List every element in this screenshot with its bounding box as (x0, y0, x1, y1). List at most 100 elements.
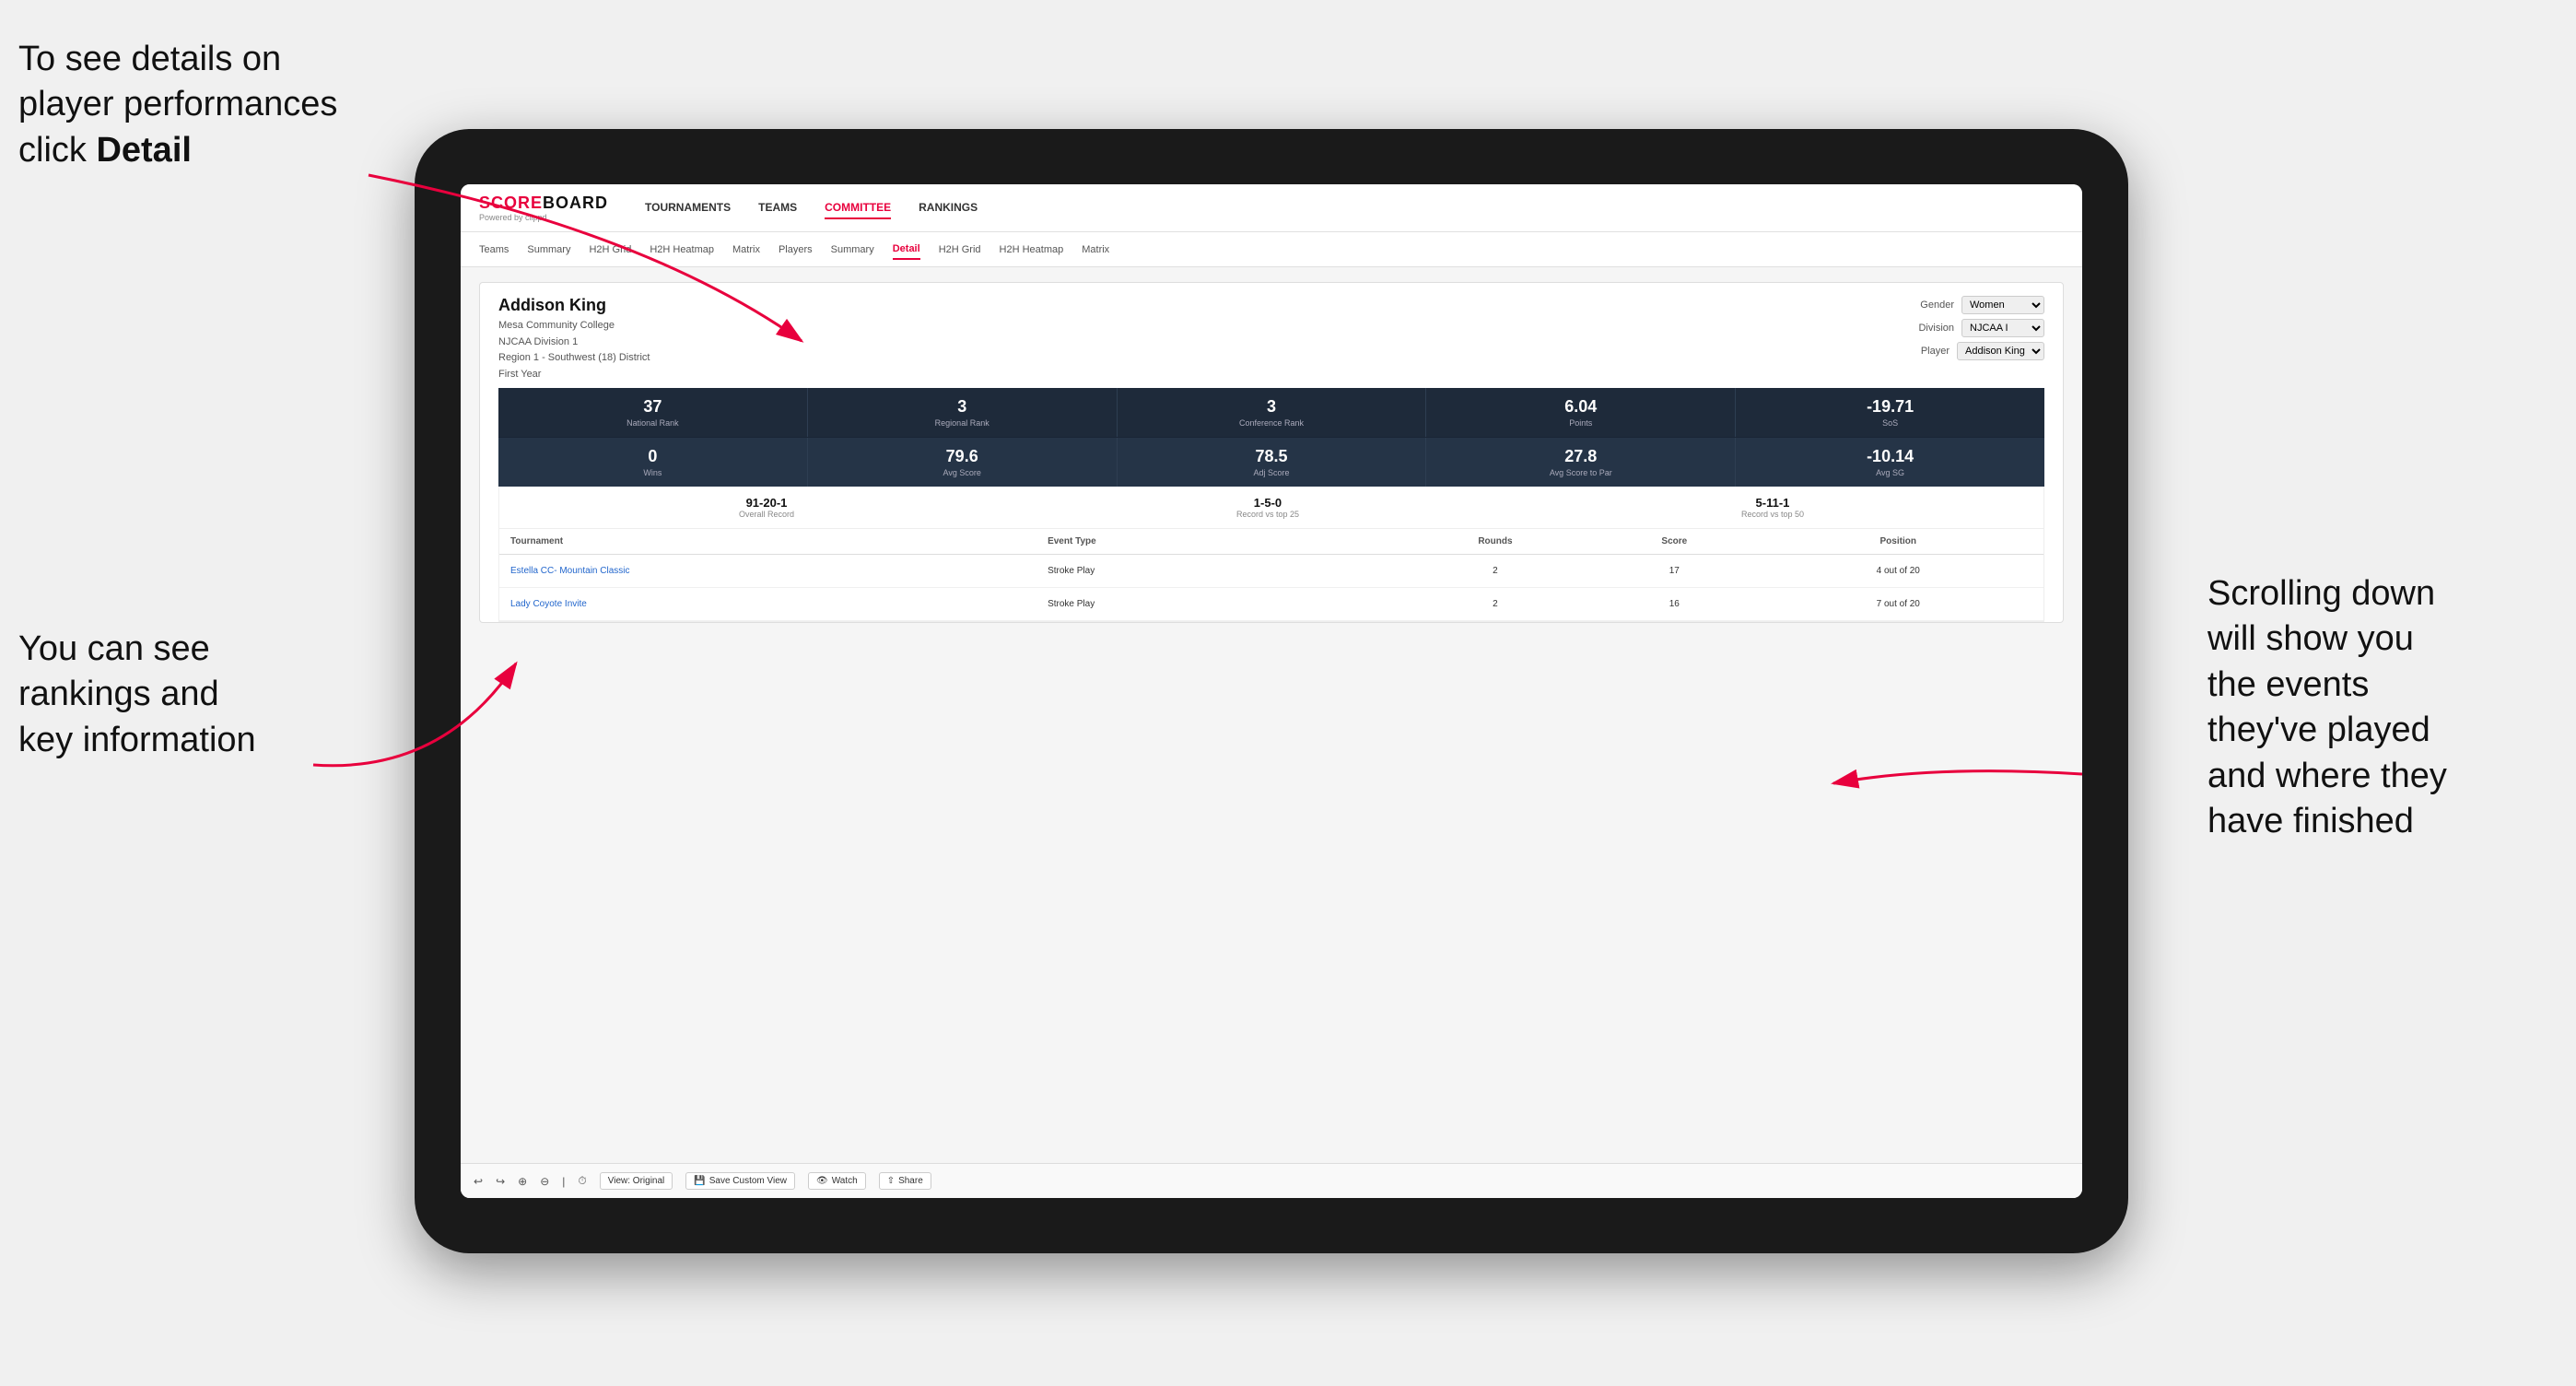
table-row: Estella CC- Mountain Classic Stroke Play… (499, 555, 2043, 588)
gender-selector-row: Gender Women Men (1920, 296, 2044, 314)
tab-h2h-grid2[interactable]: H2H Grid (939, 241, 981, 259)
score-1: 17 (1585, 566, 1763, 576)
zoom-out-icon[interactable]: ⊖ (540, 1175, 549, 1188)
annotation-top-left: To see details on player performances cl… (18, 37, 369, 173)
player-info: Addison King Mesa Community College NJCA… (498, 296, 650, 382)
tab-matrix2[interactable]: Matrix (1082, 241, 1109, 259)
player-college: Mesa Community College (498, 318, 650, 335)
player-year: First Year (498, 367, 650, 383)
share-icon: ⇧ (887, 1176, 895, 1186)
stat-national-rank-value: 37 (506, 397, 800, 417)
save-custom-button[interactable]: 💾 Save Custom View (685, 1172, 795, 1190)
stat-regional-rank-value: 3 (815, 397, 1109, 417)
save-custom-label: Save Custom View (709, 1176, 787, 1186)
stat-adj-score-label: Adj Score (1125, 468, 1419, 477)
annotation-right: Scrolling downwill show youthe eventsthe… (2207, 571, 2558, 844)
logo-area: SCOREBOARD Powered by clippd (479, 194, 608, 222)
annotation-bottom-left-text: You can seerankings andkey information (18, 629, 256, 759)
content-area: Addison King Mesa Community College NJCA… (461, 267, 2082, 1198)
stat-avg-score-par-value: 27.8 (1434, 447, 1727, 466)
record-overall: 91-20-1 Overall Record (739, 496, 794, 519)
watch-button[interactable]: 👁 Watch (808, 1172, 866, 1190)
clock-icon[interactable]: ⏱ (578, 1174, 586, 1188)
gender-select[interactable]: Women Men (1961, 296, 2044, 314)
stat-wins-label: Wins (506, 468, 800, 477)
tab-teams[interactable]: Teams (479, 241, 509, 259)
top-nav: SCOREBOARD Powered by clippd TOURNAMENTS… (461, 184, 2082, 232)
stat-avg-sg: -10.14 Avg SG (1736, 438, 2044, 487)
division-select[interactable]: NJCAA I NJCAA II (1961, 319, 2044, 337)
tab-summary[interactable]: Summary (527, 241, 570, 259)
annotation-bottom-left: You can seerankings andkey information (18, 627, 332, 763)
records-row: 91-20-1 Overall Record 1-5-0 Record vs t… (498, 487, 2044, 529)
stat-national-rank-label: National Rank (506, 418, 800, 428)
stat-avg-score: 79.6 Avg Score (808, 438, 1118, 487)
stat-adj-score-value: 78.5 (1125, 447, 1419, 466)
record-overall-label: Overall Record (739, 510, 794, 519)
stat-regional-rank: 3 Regional Rank (808, 388, 1118, 437)
division-selector-row: Division NJCAA I NJCAA II (1918, 319, 2044, 337)
player-header: Addison King Mesa Community College NJCA… (480, 283, 2063, 388)
record-top50: 5-11-1 Record vs top 50 (1741, 496, 1804, 519)
rounds-1: 2 (1406, 566, 1585, 576)
tablet-frame: SCOREBOARD Powered by clippd TOURNAMENTS… (415, 129, 2128, 1253)
event-type-2: Stroke Play (1048, 599, 1406, 609)
stat-points-value: 6.04 (1434, 397, 1727, 417)
tab-players[interactable]: Players (779, 241, 813, 259)
annotation-right-text: Scrolling downwill show youthe eventsthe… (2207, 574, 2447, 840)
share-button[interactable]: ⇧ Share (879, 1172, 931, 1190)
redo-icon[interactable]: ↪ (496, 1175, 505, 1188)
col-header-position: Position (1763, 536, 2032, 546)
stat-sos-label: SoS (1743, 418, 2037, 428)
share-label: Share (898, 1176, 923, 1186)
stat-points-label: Points (1434, 418, 1727, 428)
position-2: 7 out of 20 (1763, 599, 2032, 609)
stat-avg-score-value: 79.6 (815, 447, 1109, 466)
player-label: Player (1921, 346, 1950, 357)
tab-h2h-grid[interactable]: H2H Grid (589, 241, 631, 259)
tab-h2h-heatmap[interactable]: H2H Heatmap (650, 241, 714, 259)
undo-icon[interactable]: ↩ (474, 1175, 483, 1188)
watch-icon: 👁 (816, 1176, 828, 1186)
position-1: 4 out of 20 (1763, 566, 2032, 576)
tab-matrix[interactable]: Matrix (732, 241, 760, 259)
col-header-rounds: Rounds (1406, 536, 1585, 546)
nav-teams[interactable]: TEAMS (758, 197, 797, 219)
player-name: Addison King (498, 296, 650, 315)
zoom-in-icon[interactable]: ⊕ (518, 1175, 527, 1188)
tournament-table: Tournament Event Type Rounds Score Posit… (498, 529, 2044, 622)
tab-detail[interactable]: Detail (893, 240, 920, 260)
player-select[interactable]: Addison King (1957, 342, 2044, 360)
record-top25-value: 1-5-0 (1236, 496, 1299, 510)
logo-text: SCOREBOARD (479, 194, 608, 213)
col-header-event: Event Type (1048, 536, 1406, 546)
annotation-detail-bold: Detail (96, 131, 191, 170)
nav-rankings[interactable]: RANKINGS (919, 197, 978, 219)
stat-conference-rank: 3 Conference Rank (1118, 388, 1427, 437)
tournament-name-1[interactable]: Estella CC- Mountain Classic (510, 566, 1048, 576)
tab-summary2[interactable]: Summary (831, 241, 874, 259)
table-header: Tournament Event Type Rounds Score Posit… (499, 529, 2043, 555)
stat-sos: -19.71 SoS (1736, 388, 2044, 437)
nav-tournaments[interactable]: TOURNAMENTS (645, 197, 731, 219)
tablet-screen: SCOREBOARD Powered by clippd TOURNAMENTS… (461, 184, 2082, 1198)
record-top25: 1-5-0 Record vs top 25 (1236, 496, 1299, 519)
rounds-2: 2 (1406, 599, 1585, 609)
player-selectors: Gender Women Men Division NJCAA I NJCAA … (1918, 296, 2044, 382)
tab-h2h-heatmap2[interactable]: H2H Heatmap (1000, 241, 1064, 259)
view-original-button[interactable]: View: Original (600, 1172, 673, 1190)
stat-wins-value: 0 (506, 447, 800, 466)
nav-committee[interactable]: COMMITTEE (825, 197, 891, 219)
separator: | (562, 1175, 565, 1188)
col-header-score: Score (1585, 536, 1763, 546)
stat-avg-score-par-label: Avg Score to Par (1434, 468, 1727, 477)
player-division: NJCAA Division 1 (498, 335, 650, 351)
annotation-top-left-text: To see details on player performances cl… (18, 40, 337, 170)
tournament-name-2[interactable]: Lady Coyote Invite (510, 599, 1048, 609)
player-detail: Addison King Mesa Community College NJCA… (479, 282, 2064, 623)
record-top50-label: Record vs top 50 (1741, 510, 1804, 519)
stat-conference-rank-value: 3 (1125, 397, 1419, 417)
stat-conference-rank-label: Conference Rank (1125, 418, 1419, 428)
record-top25-label: Record vs top 25 (1236, 510, 1299, 519)
main-nav: TOURNAMENTS TEAMS COMMITTEE RANKINGS (645, 197, 978, 219)
